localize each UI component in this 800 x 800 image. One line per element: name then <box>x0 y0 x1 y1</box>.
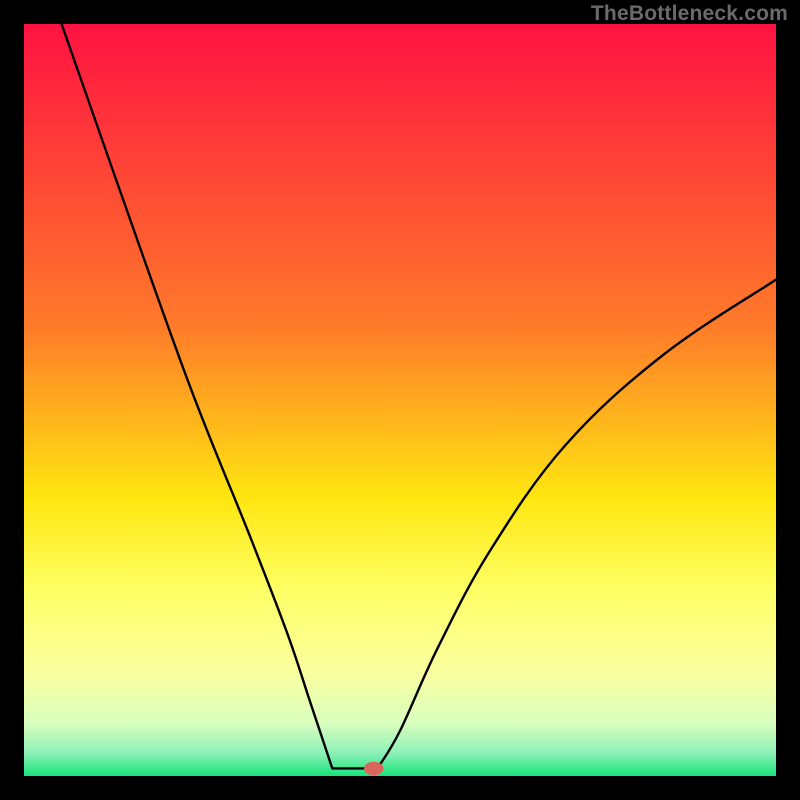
watermark-text: TheBottleneck.com <box>591 2 788 26</box>
optimal-point-marker <box>364 762 384 776</box>
gradient-background <box>24 24 776 776</box>
chart-frame: TheBottleneck.com <box>0 0 800 800</box>
bottleneck-chart <box>24 24 776 776</box>
